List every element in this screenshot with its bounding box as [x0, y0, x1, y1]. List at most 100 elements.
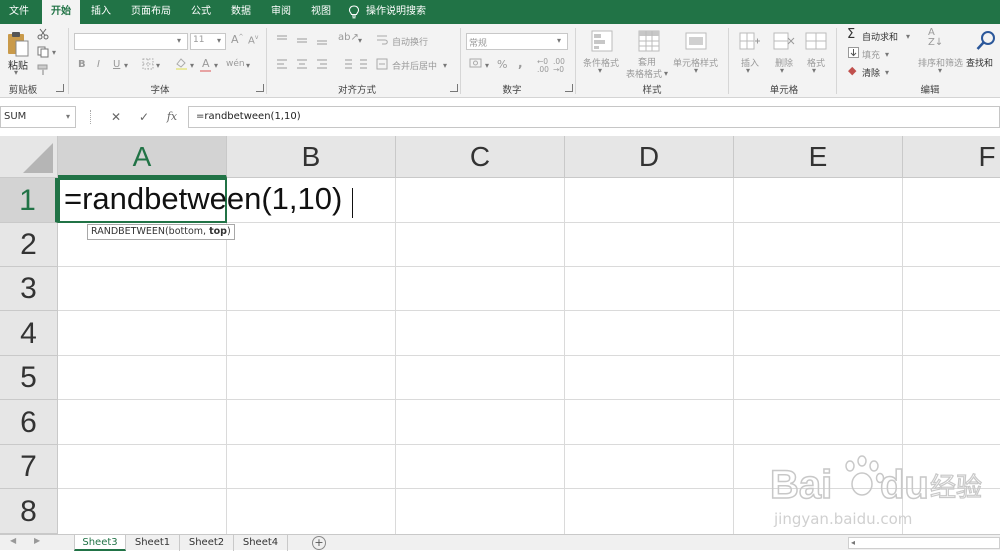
alignment-launcher[interactable]	[450, 84, 458, 92]
bold-button[interactable]: B	[78, 59, 86, 70]
clear-icon[interactable]: ◆	[848, 64, 856, 77]
merge-dropdown-icon[interactable]: ▾	[443, 61, 447, 70]
comma-button[interactable]: ,	[518, 56, 523, 70]
format-as-table-label-2[interactable]: 表格格式	[626, 67, 662, 80]
cell-styles-dropdown-icon[interactable]: ▾	[694, 66, 698, 75]
sheet-tab-sheet4[interactable]: Sheet4	[234, 535, 288, 551]
format-as-table-icon[interactable]	[638, 30, 660, 52]
cancel-icon[interactable]: ✕	[106, 108, 126, 126]
find-select-icon[interactable]	[976, 30, 996, 52]
column-header-c[interactable]: C	[396, 136, 565, 178]
fill-dropdown-icon[interactable]: ▾	[885, 50, 889, 59]
sheet-tab-sheet3[interactable]: Sheet3	[74, 535, 126, 551]
enter-icon[interactable]: ✓	[134, 108, 154, 126]
cell-edit-text[interactable]: =randbetween(1,10)	[64, 181, 342, 217]
format-cells-dropdown-icon[interactable]: ▾	[812, 66, 816, 75]
sheet-tab-sheet1[interactable]: Sheet1	[126, 535, 180, 551]
indent-icons[interactable]	[340, 58, 370, 70]
row-header-7[interactable]: 7	[0, 445, 58, 489]
select-all-button[interactable]	[0, 136, 58, 178]
orientation-icon[interactable]: ab↗	[338, 32, 359, 43]
clear-label[interactable]: 清除	[862, 66, 880, 79]
borders-icon[interactable]	[142, 58, 154, 70]
number-launcher[interactable]	[565, 84, 573, 92]
next-sheet-icon[interactable]: ▶	[34, 536, 40, 545]
column-header-a[interactable]: A	[58, 136, 227, 178]
tab-page-layout[interactable]: 页面布局	[124, 0, 178, 24]
shrink-font-button[interactable]: Av	[248, 34, 258, 46]
phonetic-icon[interactable]: wén	[226, 59, 245, 69]
copy-dropdown-icon[interactable]: ▾	[52, 48, 56, 57]
insert-cells-icon[interactable]	[739, 30, 761, 52]
wrap-text-icon[interactable]	[376, 34, 388, 46]
find-select-label[interactable]: 查找和	[966, 56, 993, 69]
font-launcher[interactable]	[256, 84, 264, 92]
sort-filter-icon[interactable]: A Z↓	[928, 28, 943, 48]
italic-button[interactable]: I	[97, 59, 100, 70]
sheet-tab-sheet2[interactable]: Sheet2	[180, 535, 234, 551]
autosum-icon[interactable]: Σ	[847, 27, 855, 42]
name-box[interactable]: SUM	[0, 106, 76, 128]
accounting-dropdown-icon[interactable]: ▾	[485, 61, 489, 70]
tab-review[interactable]: 审阅	[262, 0, 300, 24]
font-name-input[interactable]	[74, 33, 188, 50]
row-header-4[interactable]: 4	[0, 311, 58, 356]
tab-file[interactable]: 文件	[0, 0, 38, 24]
increase-decimal-icon[interactable]: ←0.00	[537, 58, 549, 74]
fill-icon[interactable]	[848, 47, 859, 58]
column-header-b[interactable]: B	[227, 136, 396, 178]
cell-styles-icon[interactable]	[685, 30, 707, 52]
underline-dropdown-icon[interactable]: ▾	[124, 61, 128, 70]
autosum-label[interactable]: 自动求和	[862, 30, 898, 43]
autosum-dropdown-icon[interactable]: ▾	[906, 32, 910, 41]
orientation-dropdown-icon[interactable]: ▾	[358, 36, 362, 45]
underline-button[interactable]: U	[113, 59, 120, 70]
delete-cells-icon[interactable]	[773, 30, 795, 52]
merge-center-label[interactable]: 合并后居中	[392, 59, 437, 72]
vertical-align-icons[interactable]	[276, 34, 336, 46]
phonetic-dropdown-icon[interactable]: ▾	[246, 61, 250, 70]
format-as-table-dropdown-icon[interactable]: ▾	[664, 69, 668, 78]
merge-center-icon[interactable]	[376, 58, 388, 70]
paste-icon[interactable]	[6, 30, 30, 58]
insert-function-button[interactable]: fx	[162, 108, 182, 126]
row-header-5[interactable]: 5	[0, 356, 58, 400]
number-format-dropdown-icon[interactable]: ▾	[557, 36, 561, 45]
wrap-text-label[interactable]: 自动换行	[392, 35, 428, 48]
row-header-6[interactable]: 6	[0, 400, 58, 445]
tab-view[interactable]: 视图	[302, 0, 340, 24]
format-cells-icon[interactable]	[805, 30, 827, 52]
horizontal-align-icons[interactable]	[276, 58, 336, 70]
formula-input[interactable]: =randbetween(1,10)	[188, 106, 1000, 128]
tab-data[interactable]: 数据	[222, 0, 260, 24]
cut-icon[interactable]	[37, 28, 49, 40]
font-color-icon[interactable]: A	[202, 57, 210, 70]
decrease-decimal-icon[interactable]: .00 →0	[553, 58, 565, 74]
conditional-format-icon[interactable]	[591, 30, 613, 52]
font-size-dropdown-icon[interactable]: ▾	[217, 36, 221, 45]
conditional-format-dropdown-icon[interactable]: ▾	[598, 66, 602, 75]
scroll-left-icon[interactable]: ◂	[851, 538, 855, 547]
function-tooltip[interactable]: RANDBETWEEN(bottom, top)	[87, 224, 235, 240]
accounting-format-icon[interactable]	[469, 57, 483, 69]
horizontal-scrollbar[interactable]: ◂	[848, 537, 1000, 549]
fill-color-icon[interactable]	[175, 57, 188, 70]
fill-label[interactable]: 填充	[862, 48, 880, 61]
percent-button[interactable]: %	[497, 58, 507, 71]
clear-dropdown-icon[interactable]: ▾	[885, 68, 889, 77]
fill-color-dropdown-icon[interactable]: ▾	[190, 61, 194, 70]
copy-icon[interactable]	[37, 46, 49, 58]
row-header-2[interactable]: 2	[0, 223, 58, 267]
row-header-1[interactable]: 1	[0, 178, 58, 223]
prev-sheet-icon[interactable]: ◀	[10, 536, 16, 545]
add-sheet-button[interactable]: +	[312, 536, 326, 550]
tell-me-search[interactable]: 操作说明搜索	[366, 0, 436, 24]
borders-dropdown-icon[interactable]: ▾	[156, 61, 160, 70]
insert-cells-dropdown-icon[interactable]: ▾	[746, 66, 750, 75]
font-name-dropdown-icon[interactable]: ▾	[177, 36, 181, 45]
tab-formulas[interactable]: 公式	[182, 0, 220, 24]
column-header-e[interactable]: E	[734, 136, 903, 178]
column-header-f[interactable]: F	[903, 136, 1000, 178]
name-box-dropdown-icon[interactable]: ▾	[66, 112, 70, 121]
tab-home[interactable]: 开始	[42, 0, 80, 24]
